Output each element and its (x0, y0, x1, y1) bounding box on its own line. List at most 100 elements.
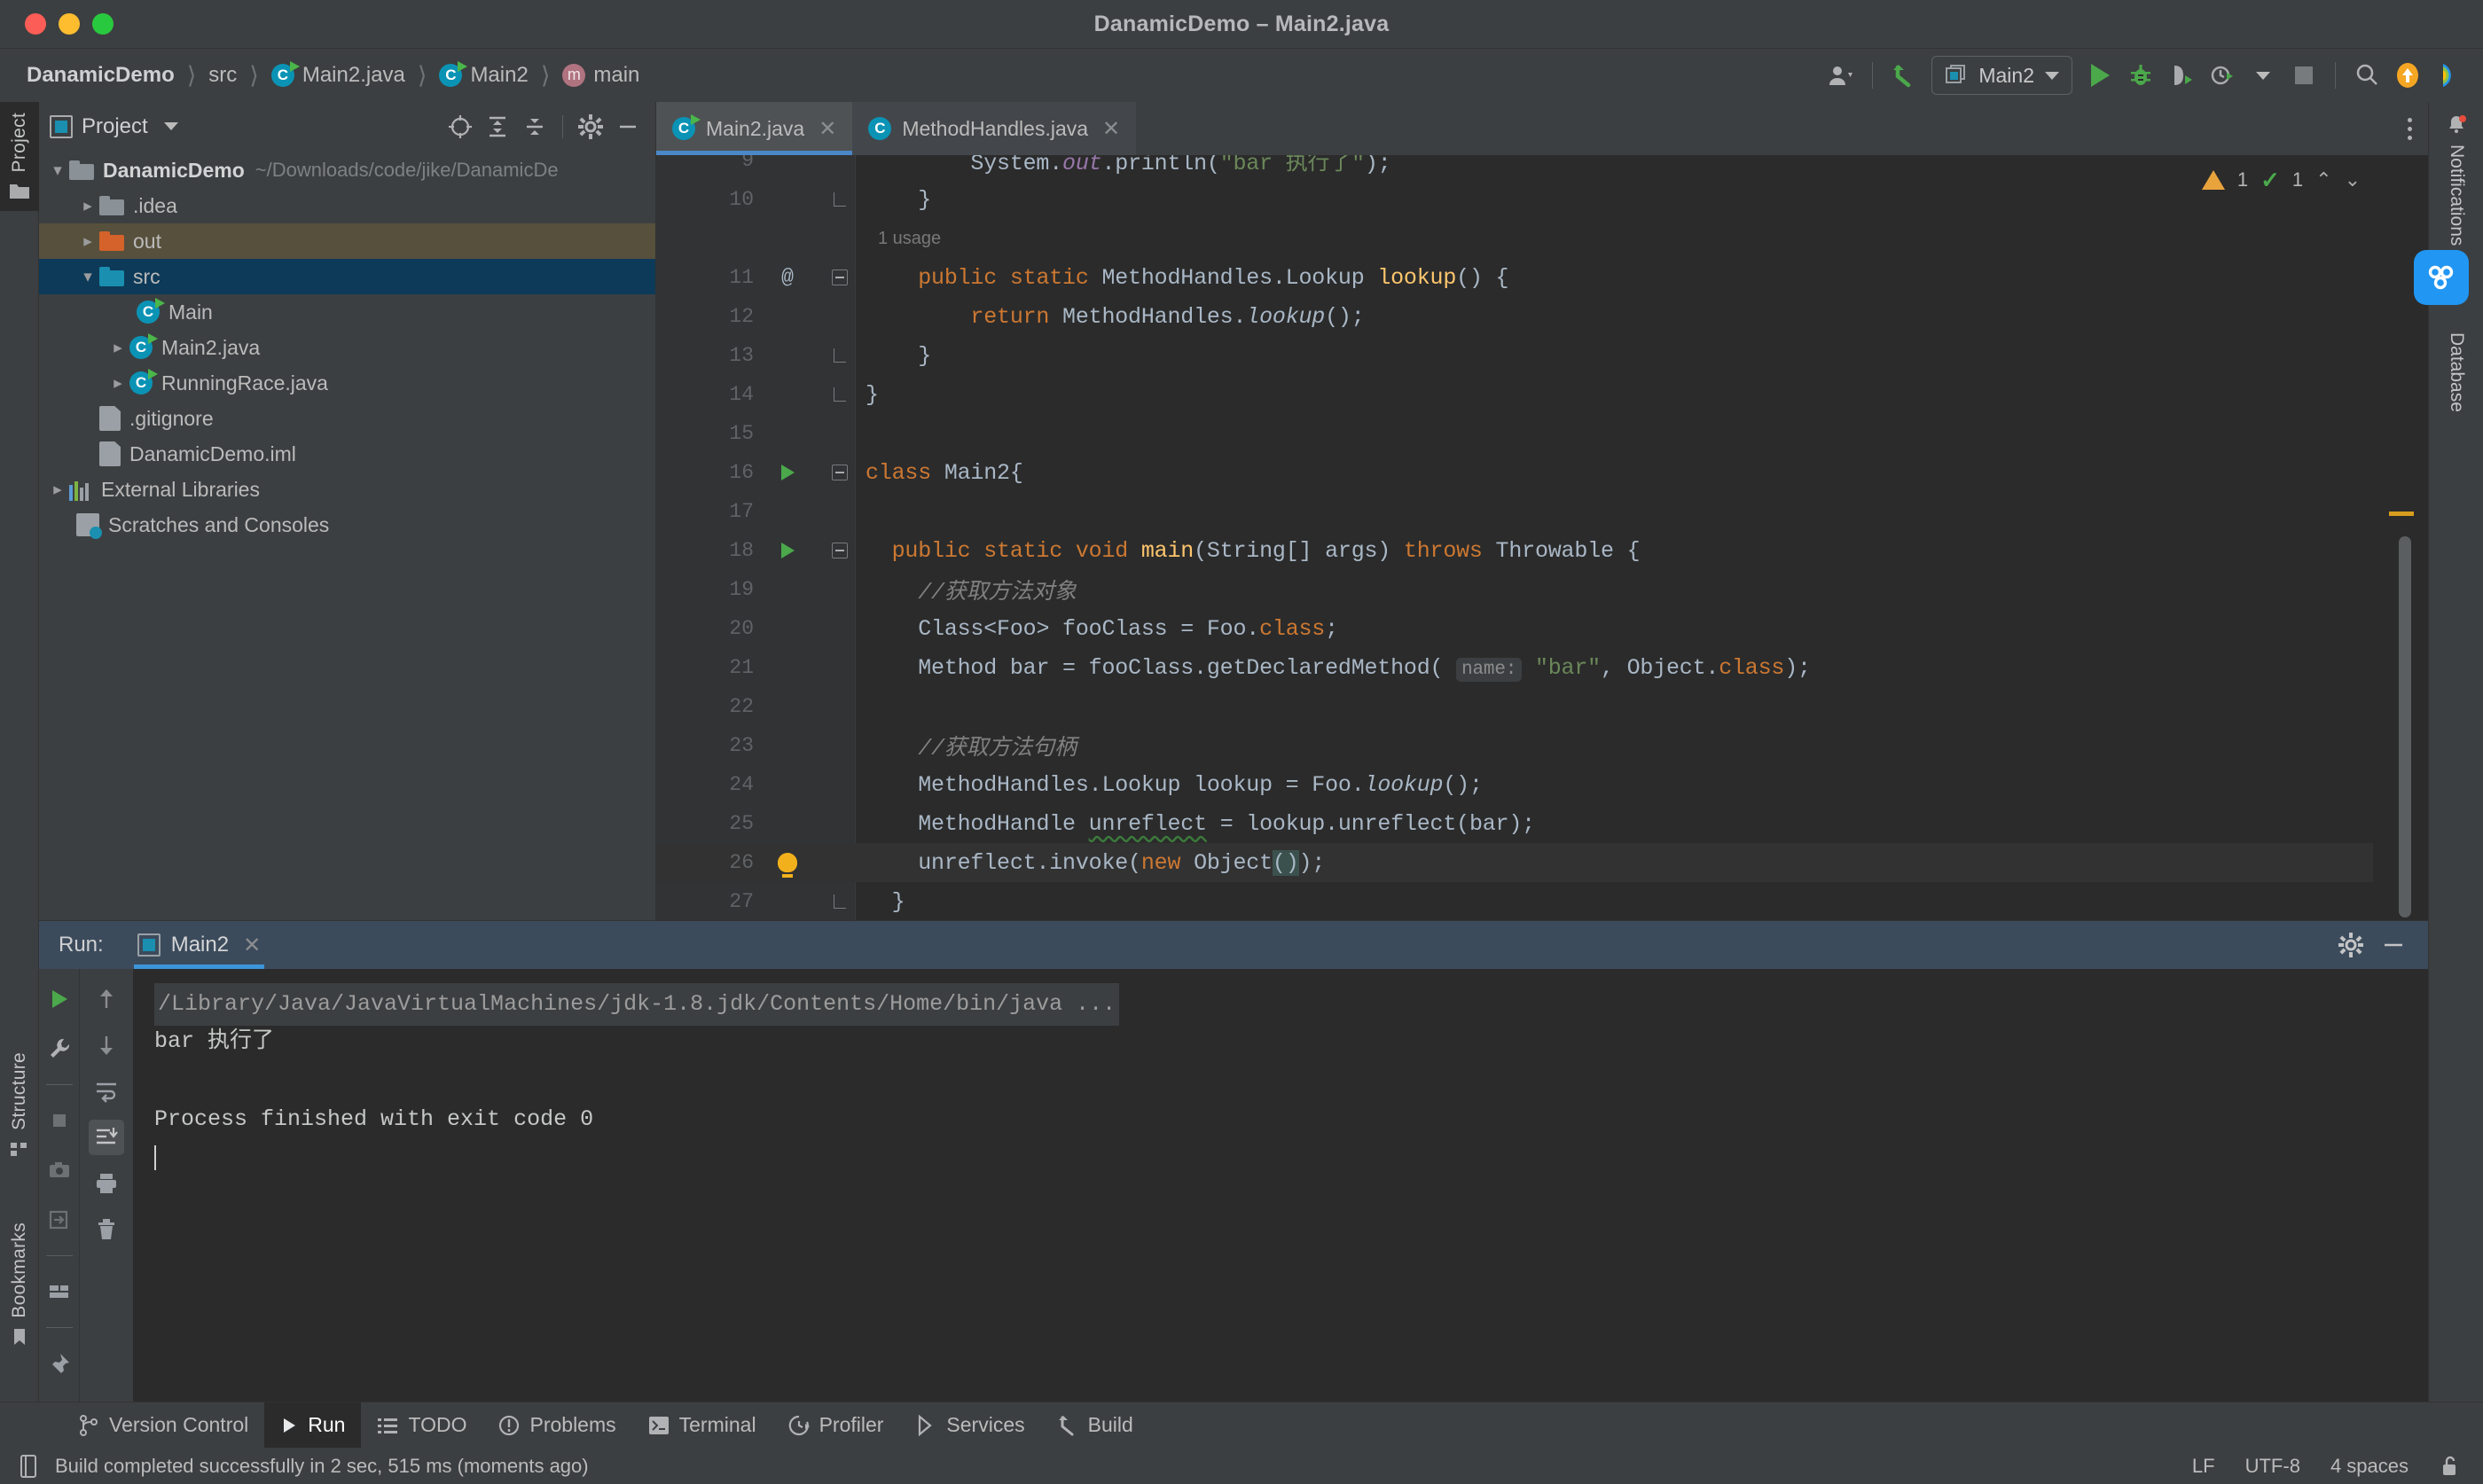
chevron-right-icon[interactable]: ▸ (106, 338, 129, 358)
editor-scrollbar-thumb[interactable] (2399, 536, 2411, 918)
bottom-tab-profiler[interactable]: Profiler (772, 1402, 900, 1449)
bottom-tab-services[interactable]: Services (899, 1402, 1040, 1449)
expand-all-button[interactable] (481, 110, 514, 144)
close-tab-icon[interactable]: ✕ (819, 116, 836, 142)
chevron-down-icon[interactable]: ▾ (46, 160, 69, 181)
previous-problem-button[interactable]: ⌃ (2315, 168, 2331, 191)
breadcrumb-item-method[interactable]: main (555, 60, 646, 90)
inspection-widget[interactable]: 1 ✓ 1 ⌃ ⌄ (2201, 155, 2373, 205)
close-run-tab-icon[interactable]: ✕ (243, 933, 261, 958)
scroll-to-end-button[interactable] (89, 1120, 124, 1155)
fold-end-marker[interactable] (825, 180, 855, 219)
bottom-tab-todo[interactable]: TODO (361, 1402, 482, 1449)
bottom-tab-run[interactable]: Run (264, 1402, 362, 1449)
close-tab-icon[interactable]: ✕ (1102, 116, 1120, 142)
scroll-up-button[interactable] (89, 981, 124, 1017)
indent-widget[interactable]: 4 spaces (2330, 1455, 2409, 1478)
edit-configuration-button[interactable] (42, 1031, 77, 1066)
settings-button[interactable] (574, 110, 607, 144)
export-button[interactable] (42, 1202, 77, 1238)
locate-file-button[interactable] (443, 110, 477, 144)
account-button[interactable] (1821, 56, 1861, 95)
breadcrumb-item-project[interactable]: DanamicDemo (20, 60, 182, 90)
run-class-gutter-button[interactable] (761, 453, 814, 492)
print-button[interactable] (89, 1166, 124, 1201)
tree-row[interactable]: ▾ DanamicDemo ~/Downloads/code/jike/Dana… (39, 152, 655, 188)
usage-hint[interactable]: 1 usage (878, 229, 941, 249)
chevron-right-icon[interactable]: ▸ (106, 373, 129, 394)
hide-panel-button[interactable] (611, 110, 645, 144)
tree-row[interactable]: ▸ out (39, 223, 655, 259)
tree-row[interactable]: Main (39, 294, 655, 330)
bottom-tab-problems[interactable]: Problems (482, 1402, 631, 1449)
chevron-right-icon[interactable]: ▸ (76, 231, 99, 252)
fold-end-marker[interactable] (825, 375, 855, 414)
tree-row[interactable]: ▸ .idea (39, 188, 655, 223)
editor-tab-methodhandles[interactable]: MethodHandles.java ✕ (852, 102, 1137, 155)
fold-start-marker[interactable] (825, 258, 855, 297)
code-editor[interactable]: 9 System.out.println("bar 执行了"); 10 } 1 … (656, 155, 2428, 920)
next-problem-button[interactable]: ⌄ (2345, 168, 2361, 191)
bottom-tab-terminal[interactable]: Terminal (632, 1402, 772, 1449)
line-separator-widget[interactable]: LF (2192, 1455, 2215, 1478)
chevron-down-icon[interactable] (163, 122, 178, 130)
stop-process-button[interactable] (42, 1103, 77, 1138)
sidebar-tab-project[interactable]: Project (0, 102, 39, 212)
editor-tab-main2[interactable]: Main2.java ✕ (656, 102, 853, 155)
build-status-icon[interactable] (18, 1454, 41, 1479)
screenshot-button[interactable] (42, 1152, 77, 1188)
tree-row[interactable]: .gitignore (39, 401, 655, 436)
tree-row[interactable]: DanamicDemo.iml (39, 436, 655, 472)
override-marker[interactable]: @ (761, 258, 814, 297)
run-tab-main2[interactable]: Main2 ✕ (127, 921, 271, 969)
profile-button[interactable] (2202, 56, 2243, 95)
hide-run-panel-button[interactable] (2380, 932, 2407, 958)
sidebar-tab-database[interactable]: Database (2429, 320, 2483, 425)
sidebar-tab-bookmarks[interactable]: Bookmarks (0, 1212, 39, 1357)
warning-marker[interactable] (2389, 512, 2414, 516)
chevron-right-icon[interactable]: ▸ (46, 480, 69, 500)
tree-row[interactable]: Scratches and Consoles (39, 507, 655, 543)
update-project-button[interactable] (1884, 56, 1924, 95)
tree-row[interactable]: ▾ src (39, 259, 655, 294)
fold-end-marker[interactable] (825, 882, 855, 920)
fold-end-marker[interactable] (825, 336, 855, 375)
encoding-widget[interactable]: UTF-8 (2245, 1455, 2300, 1478)
ai-assistant-button[interactable] (2428, 56, 2469, 95)
fold-start-marker[interactable] (825, 531, 855, 570)
tree-row[interactable]: ▸ Main2.java (39, 330, 655, 365)
intention-bulb-button[interactable] (761, 843, 814, 882)
bottom-tab-version-control[interactable]: Version Control (62, 1402, 264, 1449)
run-button[interactable] (2080, 56, 2120, 95)
soft-wrap-button[interactable] (89, 1074, 124, 1109)
tree-row[interactable]: ▸ External Libraries (39, 472, 655, 507)
bottom-tab-build[interactable]: Build (1041, 1402, 1149, 1449)
lock-widget[interactable] (2439, 1455, 2460, 1478)
breadcrumb-item-src[interactable]: src (201, 60, 244, 90)
run-settings-button[interactable] (2338, 932, 2364, 958)
rerun-button[interactable] (42, 981, 77, 1017)
breadcrumb-item-file[interactable]: Main2.java (264, 60, 412, 90)
console-output[interactable]: /Library/Java/JavaVirtualMachines/jdk-1.… (133, 969, 2428, 1402)
pin-tab-button[interactable] (42, 1346, 77, 1381)
stop-button[interactable] (2283, 56, 2324, 95)
breadcrumb-item-class[interactable]: Main2 (432, 60, 535, 90)
chevron-right-icon[interactable]: ▸ (76, 196, 99, 216)
collapse-all-button[interactable] (518, 110, 552, 144)
search-everywhere-button[interactable] (2346, 56, 2387, 95)
run-with-coverage-button[interactable] (2161, 56, 2202, 95)
run-configuration-selector[interactable]: Main2 (1931, 56, 2072, 95)
scroll-down-button[interactable] (89, 1027, 124, 1063)
clear-all-button[interactable] (89, 1212, 124, 1247)
debug-button[interactable] (2120, 56, 2161, 95)
tree-row[interactable]: ▸ RunningRace.java (39, 365, 655, 401)
ai-assistant-tool-button[interactable] (2414, 250, 2469, 305)
run-method-gutter-button[interactable] (761, 531, 814, 570)
chevron-down-icon[interactable]: ▾ (76, 267, 99, 287)
sidebar-tab-structure[interactable]: Structure (0, 1042, 39, 1169)
fold-start-marker[interactable] (825, 453, 855, 492)
editor-tab-options-button[interactable] (2408, 102, 2428, 155)
update-badge-button[interactable] (2387, 56, 2428, 95)
sidebar-tab-notifications[interactable]: Notifications (2429, 102, 2483, 258)
profile-dropdown[interactable] (2243, 56, 2283, 95)
